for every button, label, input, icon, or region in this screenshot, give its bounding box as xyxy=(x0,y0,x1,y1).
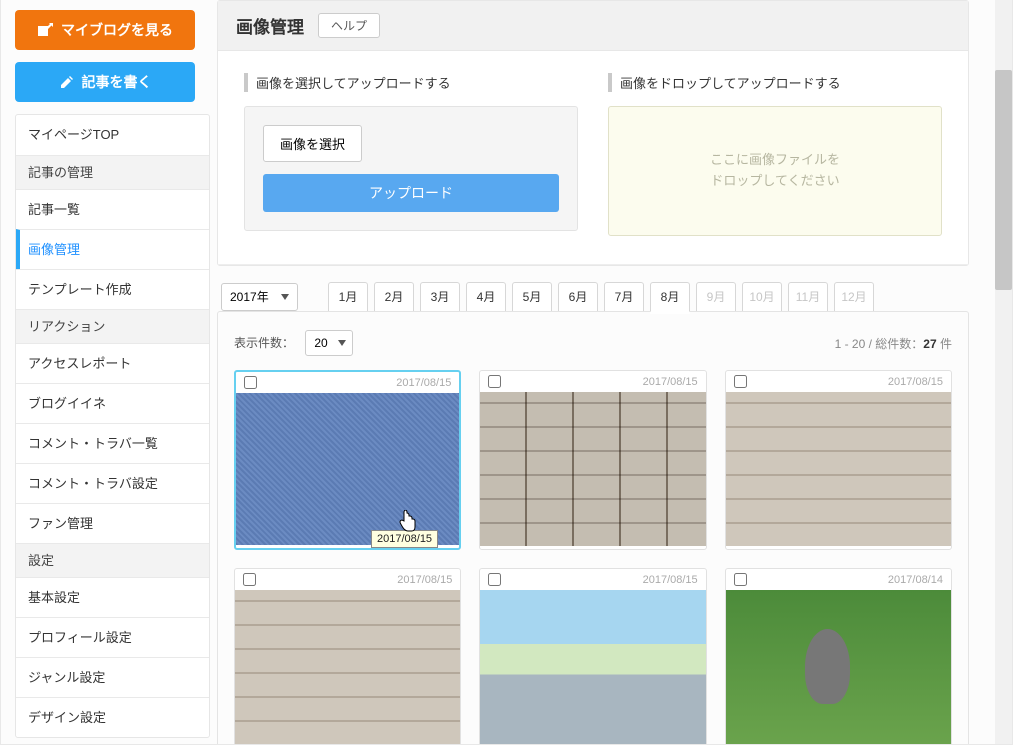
thumb-date: 2017/08/15 xyxy=(643,574,698,586)
upload-select-col: 画像を選択してアップロードする 画像を選択 アップロード xyxy=(244,73,578,236)
help-button[interactable]: ヘルプ xyxy=(318,13,380,38)
image-thumb[interactable]: 2017/08/15 xyxy=(234,568,461,744)
image-thumb[interactable]: 2017/08/15 xyxy=(234,370,461,550)
month-tab-12: 12月 xyxy=(834,282,874,312)
nav-genre-setting[interactable]: ジャンル設定 xyxy=(16,657,209,697)
nav-mypage-top[interactable]: マイページTOP xyxy=(16,115,209,155)
thumb-date: 2017/08/15 xyxy=(396,377,451,389)
thumb-date: 2017/08/14 xyxy=(888,574,943,586)
upload-button[interactable]: アップロード xyxy=(263,174,559,212)
nav-fan-mgmt[interactable]: ファン管理 xyxy=(16,503,209,543)
month-tabs: 1月2月3月4月5月6月7月8月9月10月11月12月 xyxy=(328,282,874,312)
page-title: 画像管理 xyxy=(236,13,304,38)
thumb-checkbox[interactable] xyxy=(488,573,501,586)
per-page-wrap: 表示件数： 20 xyxy=(234,330,353,356)
image-grid: 2017/08/15 2017/08/15 2017/08/15 2017/08/15… xyxy=(234,370,952,744)
month-tab-1[interactable]: 1月 xyxy=(328,282,368,312)
thumb-header: 2017/08/14 xyxy=(726,569,951,590)
nav-access-report[interactable]: アクセスレポート xyxy=(16,343,209,383)
thumb-header: 2017/08/15 xyxy=(235,569,460,590)
month-tab-9: 9月 xyxy=(696,282,736,312)
image-thumb[interactable]: 2017/08/14 xyxy=(725,568,952,744)
thumb-image xyxy=(480,392,705,546)
nav-image-mgmt[interactable]: 画像管理 xyxy=(16,229,209,269)
dropzone-text-1: ここに画像ファイルを xyxy=(710,150,840,171)
thumb-image xyxy=(726,590,951,744)
image-thumb[interactable]: 2017/08/15 xyxy=(479,370,706,550)
page-unit: 件 xyxy=(937,337,952,351)
nav-post-list[interactable]: 記事一覧 xyxy=(16,189,209,229)
nav-comment-setting[interactable]: コメント・トラバ設定 xyxy=(16,463,209,503)
thumb-image xyxy=(480,590,705,744)
dropzone-text-2: ドロップしてください xyxy=(710,171,839,192)
per-page-label: 表示件数： xyxy=(234,336,294,350)
upload-row: 画像を選択してアップロードする 画像を選択 アップロード 画像をドロップしてアッ… xyxy=(218,51,968,265)
external-link-icon xyxy=(37,23,53,37)
nav-basic-setting[interactable]: 基本設定 xyxy=(16,577,209,617)
view-blog-button[interactable]: マイブログを見る xyxy=(15,10,195,50)
write-post-label: 記事を書く xyxy=(82,72,152,92)
nav-section-reaction: リアクション xyxy=(16,309,209,343)
month-tab-5[interactable]: 5月 xyxy=(512,282,552,312)
thumb-header: 2017/08/15 xyxy=(480,569,705,590)
title-bar: 画像管理 ヘルプ xyxy=(218,1,968,51)
thumb-image xyxy=(235,590,460,744)
month-tab-7[interactable]: 7月 xyxy=(604,282,644,312)
grid-header: 表示件数： 20 1 - 20 / 総件数：27 件 xyxy=(234,330,952,356)
thumb-date: 2017/08/15 xyxy=(888,376,943,388)
page-total: 27 xyxy=(923,337,936,351)
month-tab-2[interactable]: 2月 xyxy=(374,282,414,312)
thumb-header: 2017/08/15 xyxy=(236,372,459,393)
upload-select-card: 画像を選択 アップロード xyxy=(244,106,578,231)
thumb-header: 2017/08/15 xyxy=(726,371,951,392)
thumb-date: 2017/08/15 xyxy=(397,574,452,586)
year-select[interactable]: 2017年 xyxy=(221,283,298,311)
month-tab-6[interactable]: 6月 xyxy=(558,282,598,312)
thumb-checkbox[interactable] xyxy=(488,375,501,388)
month-tab-11: 11月 xyxy=(788,282,828,312)
thumb-date: 2017/08/15 xyxy=(643,376,698,388)
nav-comment-list[interactable]: コメント・トラバ一覧 xyxy=(16,423,209,463)
per-page-select[interactable]: 20 xyxy=(305,330,353,356)
month-tab-4[interactable]: 4月 xyxy=(466,282,506,312)
pencil-icon xyxy=(59,75,74,90)
thumb-checkbox[interactable] xyxy=(734,573,747,586)
page-count: 1 - 20 / 総件数：27 件 xyxy=(835,335,952,352)
upload-select-title: 画像を選択してアップロードする xyxy=(244,73,578,92)
thumb-image xyxy=(236,393,459,545)
thumb-image xyxy=(726,392,951,546)
dropzone[interactable]: ここに画像ファイルを ドロップしてください xyxy=(608,106,942,236)
month-tab-3[interactable]: 3月 xyxy=(420,282,460,312)
grid-panel: 表示件数： 20 1 - 20 / 総件数：27 件 2017/08/15201… xyxy=(217,311,969,744)
thumb-header: 2017/08/15 xyxy=(480,371,705,392)
upload-drop-title: 画像をドロップしてアップロードする xyxy=(608,73,942,92)
pigeon-icon xyxy=(805,629,850,704)
date-tooltip: 2017/08/15 xyxy=(371,530,438,548)
month-tab-8[interactable]: 8月 xyxy=(650,282,690,312)
write-post-button[interactable]: 記事を書く xyxy=(15,62,195,102)
thumb-checkbox[interactable] xyxy=(734,375,747,388)
image-thumb[interactable]: 2017/08/15 xyxy=(725,370,952,550)
page-range: 1 - 20 / 総件数： xyxy=(835,337,924,351)
thumb-checkbox[interactable] xyxy=(244,376,257,389)
nav-profile-setting[interactable]: プロフィール設定 xyxy=(16,617,209,657)
tabs-row: 2017年 1月2月3月4月5月6月7月8月9月10月11月12月 xyxy=(217,266,1006,312)
view-blog-label: マイブログを見る xyxy=(61,20,173,40)
nav-template[interactable]: テンプレート作成 xyxy=(16,269,209,309)
nav-blog-iine[interactable]: ブログイイネ xyxy=(16,383,209,423)
upload-drop-col: 画像をドロップしてアップロードする ここに画像ファイルを ドロップしてください xyxy=(608,73,942,236)
nav-design-setting[interactable]: デザイン設定 xyxy=(16,697,209,737)
content-card: 画像管理 ヘルプ 画像を選択してアップロードする 画像を選択 アップロード 画像… xyxy=(217,0,969,266)
image-thumb[interactable]: 2017/08/15 xyxy=(479,568,706,744)
sidebar: マイブログを見る 記事を書く マイページTOP 記事の管理 記事一覧 画像管理 … xyxy=(1,0,211,744)
cursor-pointer-icon xyxy=(398,510,416,532)
thumb-checkbox[interactable] xyxy=(243,573,256,586)
main: 画像管理 ヘルプ 画像を選択してアップロードする 画像を選択 アップロード 画像… xyxy=(211,0,1012,744)
nav-section-posts: 記事の管理 xyxy=(16,155,209,189)
month-tab-10: 10月 xyxy=(742,282,782,312)
nav-section-settings: 設定 xyxy=(16,543,209,577)
scrollbar-thumb[interactable] xyxy=(995,70,1012,290)
nav: マイページTOP 記事の管理 記事一覧 画像管理 テンプレート作成 リアクション… xyxy=(15,114,210,738)
pick-image-button[interactable]: 画像を選択 xyxy=(263,125,362,162)
